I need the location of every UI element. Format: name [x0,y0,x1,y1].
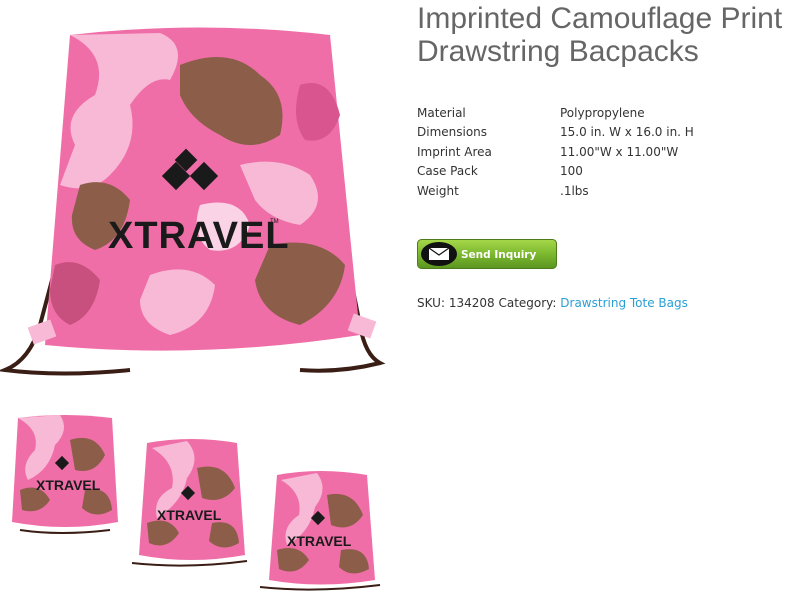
sku-value: 134208 [448,296,495,310]
product-thumbnail-2[interactable]: XTRAVEL [127,433,255,568]
spec-label: Case Pack [417,164,478,179]
spec-row: Material Polypropylene [417,103,694,123]
thumbnail-imprint-text: XTRAVEL [287,533,352,549]
thumbnail-imprint-text: XTRAVEL [36,477,101,493]
envelope-icon [421,242,457,266]
product-title: Imprinted Camouflage Print Drawstring Ba… [417,2,783,68]
spec-row: Dimensions 15.0 in. W x 16.0 in. H [417,123,694,143]
spec-row: Case Pack 100 [417,162,694,182]
spec-value: 11.00"W x 11.00"W [560,144,679,159]
spec-row: Imprint Area 11.00"W x 11.00"W [417,142,694,162]
product-specs-table: Material Polypropylene Dimensions 15.0 i… [417,103,694,201]
spec-value: Polypropylene [560,105,645,120]
product-main-image[interactable]: XTRAVEL TM [0,25,395,380]
product-meta: SKU: 134208 Category: Drawstring Tote Ba… [417,296,688,310]
product-thumbnail-1[interactable]: XTRAVEL [0,410,130,535]
spec-label: Weight [417,183,459,198]
spec-label: Dimensions [417,125,488,140]
spec-row: Weight .1lbs [417,181,694,201]
spec-value: 100 [560,164,583,179]
thumbnail-imprint-text: XTRAVEL [157,507,222,523]
brand-imprint-text: XTRAVEL [108,215,290,257]
send-inquiry-button[interactable]: Send Inquiry [417,239,557,269]
sku-label: SKU: [417,296,445,310]
spec-label: Material [417,105,466,120]
category-label: Category: [498,296,557,310]
spec-value: 15.0 in. W x 16.0 in. H [560,125,694,140]
send-inquiry-label: Send Inquiry [461,249,536,261]
category-link[interactable]: Drawstring Tote Bags [560,296,688,310]
product-thumbnail-3[interactable]: XTRAVEL [255,465,385,592]
spec-value: .1lbs [560,183,589,198]
trademark-text: TM [270,219,279,225]
spec-label: Imprint Area [417,144,492,159]
